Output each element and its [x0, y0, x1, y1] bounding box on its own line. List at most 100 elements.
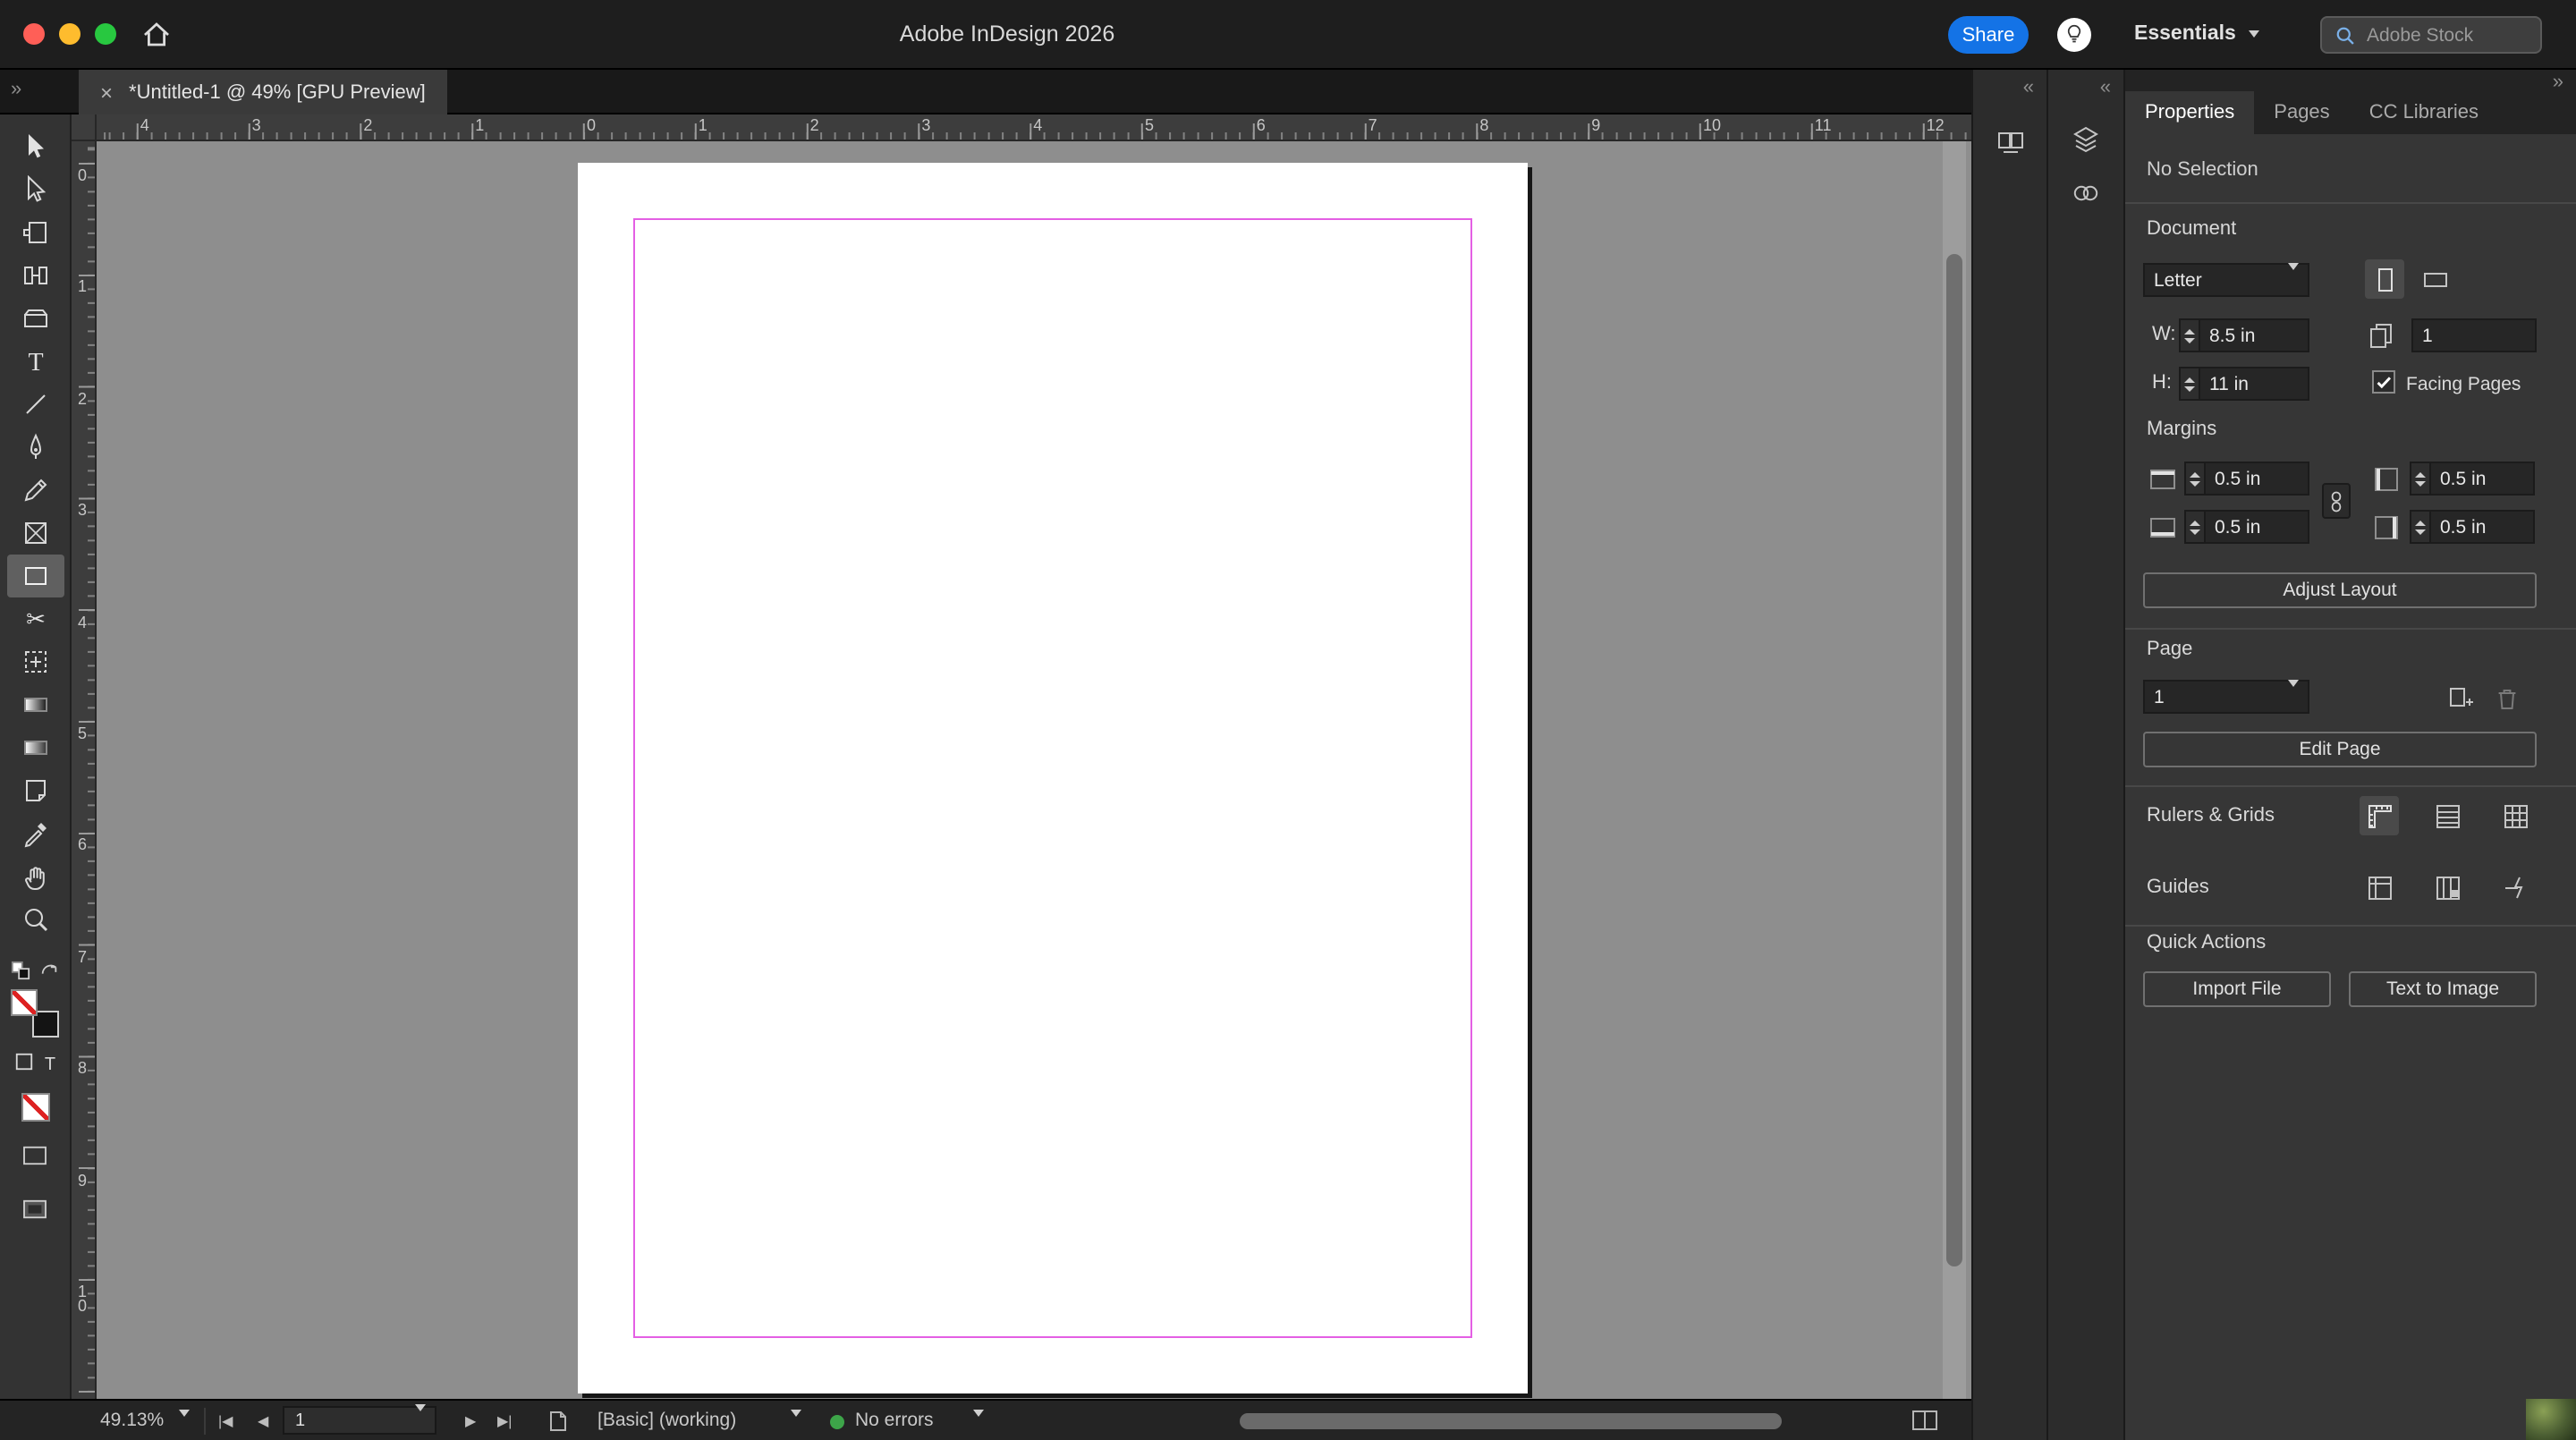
edit-page-button[interactable]: Edit Page: [2143, 732, 2537, 767]
gap-tool[interactable]: [6, 254, 64, 297]
dock-expand-left-icon[interactable]: »: [11, 80, 21, 100]
scissors-tool[interactable]: ✂: [6, 597, 64, 640]
smart-guides-button[interactable]: [2496, 868, 2535, 907]
orientation-landscape-button[interactable]: [2415, 259, 2454, 299]
tab-properties[interactable]: Properties: [2125, 91, 2255, 134]
margin-bottom-field[interactable]: 0.5 in: [2184, 510, 2309, 544]
width-field[interactable]: 8.5 in: [2179, 318, 2309, 352]
zoom-window-button[interactable]: [95, 23, 116, 45]
close-window-button[interactable]: [23, 23, 45, 45]
last-page-button[interactable]: ▶|: [497, 1413, 512, 1429]
links-panel-icon[interactable]: [2070, 177, 2102, 209]
note-tool[interactable]: [6, 769, 64, 812]
default-fill-stroke-icon[interactable]: [11, 957, 30, 989]
adobe-stock-search-input[interactable]: Adobe Stock: [2320, 16, 2542, 54]
pasteboard[interactable]: [97, 141, 1971, 1399]
page-number-field[interactable]: 1: [283, 1403, 436, 1435]
next-page-button[interactable]: ▶: [465, 1413, 476, 1429]
page-select[interactable]: 1: [2143, 679, 2309, 714]
zoom-dropdown-icon[interactable]: [179, 1410, 190, 1438]
add-page-button[interactable]: [2440, 678, 2479, 717]
tab-cc-libraries[interactable]: CC Libraries: [2350, 91, 2498, 134]
gradient-swatch-tool[interactable]: [6, 683, 64, 726]
vertical-ruler[interactable]: 0 1 2 3 4 5 6 7 8 9 10: [72, 141, 97, 1399]
document-page[interactable]: [578, 163, 1528, 1393]
close-tab-icon[interactable]: ×: [100, 81, 113, 103]
home-icon[interactable]: [140, 18, 174, 52]
vertical-scrollbar-thumb[interactable]: [1946, 254, 1962, 1266]
margin-right-stepper[interactable]: [2411, 512, 2431, 542]
screen-mode-normal-button[interactable]: [21, 1143, 48, 1175]
fill-stroke-indicator[interactable]: [11, 989, 59, 1038]
errors-dropdown-icon[interactable]: [973, 1410, 984, 1438]
hand-tool[interactable]: [6, 855, 64, 898]
pen-tool[interactable]: [6, 426, 64, 469]
previous-page-button[interactable]: ◀: [258, 1413, 268, 1429]
margin-left-value[interactable]: 0.5 in: [2431, 468, 2533, 489]
panel-collapse-icon[interactable]: »: [2553, 72, 2563, 93]
pages-panel-icon[interactable]: [1995, 127, 2027, 159]
dock-collapse-icon[interactable]: «: [2023, 78, 2034, 98]
page-tool[interactable]: [6, 211, 64, 254]
pages-count-field[interactable]: 1: [2411, 318, 2537, 352]
zoom-level[interactable]: 49.13%: [100, 1410, 164, 1431]
link-margins-icon[interactable]: [2322, 483, 2351, 519]
zoom-tool[interactable]: [6, 898, 64, 941]
preflight-profile[interactable]: [Basic] (working): [597, 1410, 736, 1431]
margin-bottom-value[interactable]: 0.5 in: [2206, 516, 2308, 538]
margin-top-stepper[interactable]: [2186, 463, 2206, 494]
dock-collapse-icon-2[interactable]: «: [2100, 78, 2111, 98]
facing-pages-checkbox[interactable]: [2372, 370, 2395, 394]
screen-mode-preview-button[interactable]: [21, 1197, 48, 1229]
content-collector-tool[interactable]: [6, 297, 64, 340]
document-tab[interactable]: × *Untitled-1 @ 49% [GPU Preview]: [79, 70, 447, 114]
preflight-dropdown-icon[interactable]: [791, 1410, 801, 1438]
tab-pages[interactable]: Pages: [2254, 91, 2349, 134]
selection-tool[interactable]: [6, 125, 64, 168]
margin-left-stepper[interactable]: [2411, 463, 2431, 494]
swap-fill-stroke-icon[interactable]: [39, 957, 59, 989]
minimize-window-button[interactable]: [59, 23, 80, 45]
first-page-button[interactable]: |◀: [218, 1413, 233, 1429]
import-file-button[interactable]: Import File: [2143, 971, 2331, 1007]
margin-right-field[interactable]: 0.5 in: [2410, 510, 2535, 544]
fill-swatch-none[interactable]: [11, 989, 38, 1016]
color-theme-tool[interactable]: [6, 812, 64, 855]
orientation-portrait-button[interactable]: [2365, 259, 2404, 299]
direct-selection-tool[interactable]: [6, 168, 64, 211]
preflight-status[interactable]: No errors: [855, 1410, 934, 1431]
learn-lightbulb-icon[interactable]: [2057, 18, 2091, 52]
show-guides-button[interactable]: [2360, 868, 2399, 907]
adjust-layout-button[interactable]: Adjust Layout: [2143, 572, 2537, 608]
share-button[interactable]: Share: [1948, 16, 2029, 54]
workspace-switcher[interactable]: Essentials: [2134, 23, 2259, 45]
horizontal-scrollbar-thumb[interactable]: [1240, 1413, 1782, 1429]
rectangle-tool[interactable]: [6, 555, 64, 597]
height-stepper[interactable]: [2181, 368, 2200, 399]
horizontal-ruler[interactable]: 4 3 2 1 0 1 2 3 4 5 6 7 8 9 10 11 12: [97, 114, 1971, 141]
width-stepper[interactable]: [2181, 320, 2200, 351]
apply-none-button[interactable]: [21, 1093, 49, 1122]
show-rulers-button[interactable]: [2360, 796, 2399, 835]
formatting-affects-text-button[interactable]: T: [45, 1055, 55, 1074]
free-transform-tool[interactable]: [6, 640, 64, 683]
pencil-tool[interactable]: [6, 469, 64, 512]
text-to-image-button[interactable]: Text to Image: [2349, 971, 2537, 1007]
margin-left-field[interactable]: 0.5 in: [2410, 462, 2535, 496]
width-value[interactable]: 8.5 in: [2200, 325, 2308, 346]
margin-bottom-stepper[interactable]: [2186, 512, 2206, 542]
height-field[interactable]: 11 in: [2179, 367, 2309, 401]
document-grid-button[interactable]: [2496, 796, 2535, 835]
delete-page-button[interactable]: [2487, 678, 2526, 717]
split-view-icon[interactable]: [1911, 1408, 1939, 1438]
gradient-feather-tool[interactable]: [6, 726, 64, 769]
height-value[interactable]: 11 in: [2200, 373, 2308, 394]
margin-top-field[interactable]: 0.5 in: [2184, 462, 2309, 496]
layers-panel-icon[interactable]: [2070, 123, 2102, 156]
type-tool[interactable]: T: [6, 340, 64, 383]
pages-count-value[interactable]: 1: [2413, 325, 2535, 346]
margin-right-value[interactable]: 0.5 in: [2431, 516, 2533, 538]
baseline-grid-button[interactable]: [2428, 796, 2467, 835]
rectangle-frame-tool[interactable]: [6, 512, 64, 555]
page-number-value[interactable]: 1: [284, 1410, 415, 1430]
